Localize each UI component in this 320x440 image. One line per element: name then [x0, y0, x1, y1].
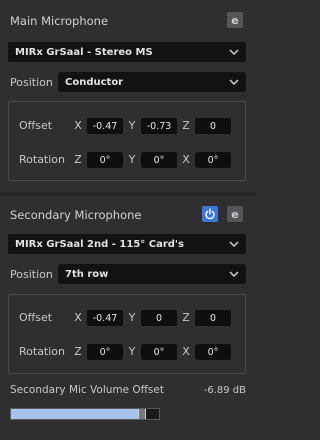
volume-offset-slider[interactable]: [10, 408, 160, 420]
secondary-mic-position-value: 7th row: [65, 268, 109, 280]
main-mic-rotation-x-field[interactable]: 0°: [195, 152, 231, 168]
volume-slider-fill: [11, 409, 142, 419]
main-mic-offset-z-field[interactable]: 0: [195, 118, 231, 134]
rotation-x-axis-label: X: [182, 345, 190, 358]
main-mic-preset-dropdown[interactable]: MIRx GrSaal - Stereo MS: [8, 42, 246, 62]
main-mic-position-label: Position: [10, 76, 53, 89]
secondary-mic-offset-z-field[interactable]: 0: [195, 310, 231, 326]
offset-y-value: -0.73: [146, 120, 172, 132]
main-mic-rotation-z-field[interactable]: 0°: [87, 152, 123, 168]
secondary-mic-position-label: Position: [10, 268, 53, 281]
rotation-z-value: 0°: [99, 154, 111, 166]
secondary-mic-power-button[interactable]: [202, 206, 218, 222]
volume-offset-value: -6.89 dB: [203, 385, 246, 396]
offset-z-axis-label: Z: [182, 311, 190, 324]
volume-slider-thumb[interactable]: [138, 409, 146, 419]
rotation-y-axis-label: Y: [128, 153, 136, 166]
rotation-x-value: 0°: [207, 346, 219, 358]
edit-e-icon: e: [231, 13, 239, 27]
chevron-down-icon: [229, 271, 239, 278]
offset-z-axis-label: Z: [182, 119, 190, 132]
offset-x-axis-label: X: [74, 119, 82, 132]
offset-z-value: 0: [209, 120, 217, 132]
secondary-mic-edit-button[interactable]: e: [227, 206, 243, 222]
chevron-down-icon: [229, 79, 239, 86]
main-mic-position-dropdown[interactable]: Conductor: [58, 72, 246, 92]
main-mic-preset-value: MIRx GrSaal - Stereo MS: [15, 46, 153, 58]
chevron-down-icon: [229, 49, 239, 56]
rotation-x-axis-label: X: [182, 153, 190, 166]
rotation-y-axis-label: Y: [128, 345, 136, 358]
secondary-mic-offset-x-field[interactable]: -0.47: [87, 310, 123, 326]
secondary-microphone-section: Secondary Microphone e MIRx GrSaal 2nd -…: [0, 196, 256, 440]
main-mic-position-value: Conductor: [65, 76, 124, 88]
main-mic-edit-button[interactable]: e: [227, 12, 243, 28]
offset-x-axis-label: X: [74, 311, 82, 324]
rotation-x-value: 0°: [207, 154, 219, 166]
offset-z-value: 0: [209, 312, 217, 324]
main-mic-rotation-label: Rotation: [19, 153, 66, 166]
secondary-mic-rotation-label: Rotation: [19, 345, 66, 358]
main-microphone-title: Main Microphone: [10, 14, 109, 28]
offset-x-value: -0.47: [92, 120, 118, 132]
offset-y-value: 0: [155, 312, 163, 324]
offset-y-axis-label: Y: [128, 311, 136, 324]
secondary-microphone-title: Secondary Microphone: [10, 208, 142, 222]
power-icon: [205, 208, 215, 220]
volume-offset-label: Secondary Mic Volume Offset: [10, 384, 164, 396]
offset-x-value: -0.47: [92, 312, 118, 324]
secondary-mic-rotation-x-field[interactable]: 0°: [195, 344, 231, 360]
main-mic-offset-y-field[interactable]: -0.73: [141, 118, 177, 134]
secondary-mic-transform-group: Offset X -0.47 Y 0 Z 0 Rotation Z 0° Y 0…: [8, 294, 246, 374]
rotation-z-axis-label: Z: [74, 345, 82, 358]
secondary-mic-offset-y-field[interactable]: 0: [141, 310, 177, 326]
secondary-mic-offset-label: Offset: [19, 311, 53, 324]
edit-e-icon: e: [231, 207, 239, 221]
rotation-y-value: 0°: [153, 154, 165, 166]
secondary-mic-rotation-y-field[interactable]: 0°: [141, 344, 177, 360]
chevron-down-icon: [229, 241, 239, 248]
secondary-mic-rotation-z-field[interactable]: 0°: [87, 344, 123, 360]
rotation-y-value: 0°: [153, 346, 165, 358]
secondary-mic-position-dropdown[interactable]: 7th row: [58, 264, 246, 284]
main-microphone-section: Main Microphone e MIRx GrSaal - Stereo M…: [0, 0, 256, 192]
secondary-mic-preset-dropdown[interactable]: MIRx GrSaal 2nd - 115° Card's: [8, 234, 246, 254]
secondary-mic-preset-value: MIRx GrSaal 2nd - 115° Card's: [15, 238, 184, 250]
main-mic-offset-label: Offset: [19, 119, 53, 132]
rotation-z-axis-label: Z: [74, 153, 82, 166]
main-mic-transform-group: Offset X -0.47 Y -0.73 Z 0 Rotation Z 0°…: [8, 101, 246, 181]
main-mic-rotation-y-field[interactable]: 0°: [141, 152, 177, 168]
main-mic-offset-x-field[interactable]: -0.47: [87, 118, 123, 134]
rotation-z-value: 0°: [99, 346, 111, 358]
offset-y-axis-label: Y: [128, 119, 136, 132]
